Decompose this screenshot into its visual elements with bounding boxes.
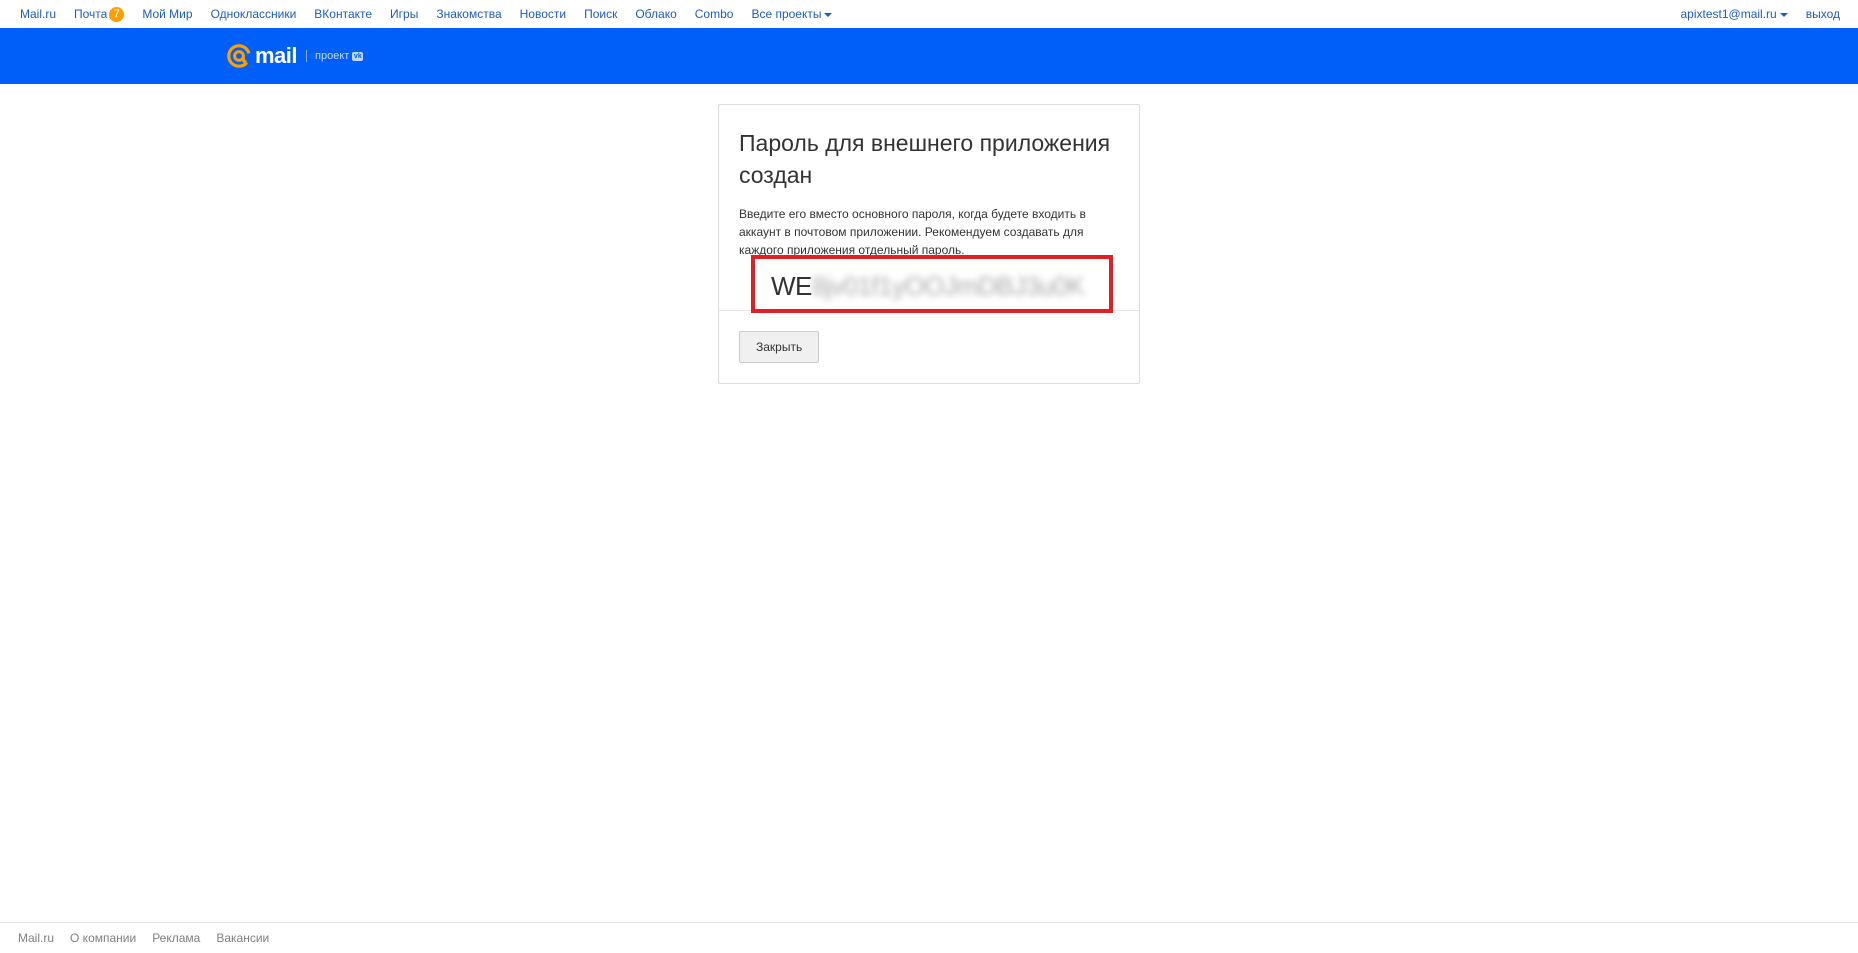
mail-logo[interactable]: mail проект vk xyxy=(226,42,364,70)
portal-user: apixtest1@mail.ru выход xyxy=(1681,0,1841,28)
portal-link-mail-label: Почта xyxy=(74,7,108,21)
portal-link-my-world[interactable]: Мой Мир xyxy=(142,7,192,21)
portal-link-dating[interactable]: Знакомства xyxy=(436,7,501,21)
unread-count-badge: 7 xyxy=(109,6,125,22)
portal-link-mailru[interactable]: Mail.ru xyxy=(20,7,56,21)
logout-link[interactable]: выход xyxy=(1806,7,1840,21)
all-projects-label: Все проекты xyxy=(751,7,822,21)
portal-nav: Mail.ru Почта 7 Мой Мир Одноклассники ВК… xyxy=(20,0,850,28)
generated-password-field[interactable]: WE8jv01f1yOOJmDBJ3u0K xyxy=(751,255,1113,313)
user-email: apixtest1@mail.ru xyxy=(1680,7,1777,21)
logo-wordmark: mail xyxy=(255,43,298,68)
portal-link-ok[interactable]: Одноклассники xyxy=(211,7,297,21)
logo-divider xyxy=(306,50,308,62)
portal-link-search[interactable]: Поиск xyxy=(584,7,617,21)
at-sign-icon xyxy=(227,44,251,68)
footer-link-jobs[interactable]: Вакансии xyxy=(216,931,269,945)
project-label: проект xyxy=(315,50,350,62)
footer-link-ads[interactable]: Реклама xyxy=(152,931,200,945)
portal-bar: Mail.ru Почта 7 Мой Мир Одноклассники ВК… xyxy=(0,0,1858,28)
vk-icon: vk xyxy=(352,51,364,61)
dialog-title: Пароль для внешнего приложения создан xyxy=(739,130,1111,188)
portal-link-all-projects[interactable]: Все проекты xyxy=(751,7,833,21)
password-blurred-part: 8jv01f1yOOJmDBJ3u0K xyxy=(811,271,1085,301)
portal-link-vk[interactable]: ВКонтакте xyxy=(314,7,372,21)
portal-link-news[interactable]: Новости xyxy=(520,7,566,21)
generated-password: WE8jv01f1yOOJmDBJ3u0K xyxy=(771,271,1085,302)
portal-link-cloud[interactable]: Облако xyxy=(635,7,676,21)
footer-links: Mail.ru О компании Реклама Вакансии xyxy=(18,923,285,953)
header: mail проект vk xyxy=(0,28,1858,84)
chevron-down-icon xyxy=(1779,12,1788,17)
portal-link-combo[interactable]: Combo xyxy=(695,7,734,21)
footer-link-mailru[interactable]: Mail.ru xyxy=(18,931,54,945)
close-button[interactable]: Закрыть xyxy=(739,331,820,363)
footer-link-about[interactable]: О компании xyxy=(70,931,136,945)
password-visible-part: WE xyxy=(771,271,812,301)
portal-link-games[interactable]: Игры xyxy=(390,7,418,21)
portal-link-mail[interactable]: Почта 7 xyxy=(74,6,125,22)
app-password-dialog: Пароль для внешнего приложения создан Вв… xyxy=(718,104,1140,384)
user-menu[interactable]: apixtest1@mail.ru xyxy=(1681,7,1788,21)
chevron-down-icon xyxy=(824,12,833,17)
dialog-description: Введите его вместо основного пароля, ког… xyxy=(739,207,1086,257)
footer: Mail.ru О компании Реклама Вакансии xyxy=(0,922,1858,952)
